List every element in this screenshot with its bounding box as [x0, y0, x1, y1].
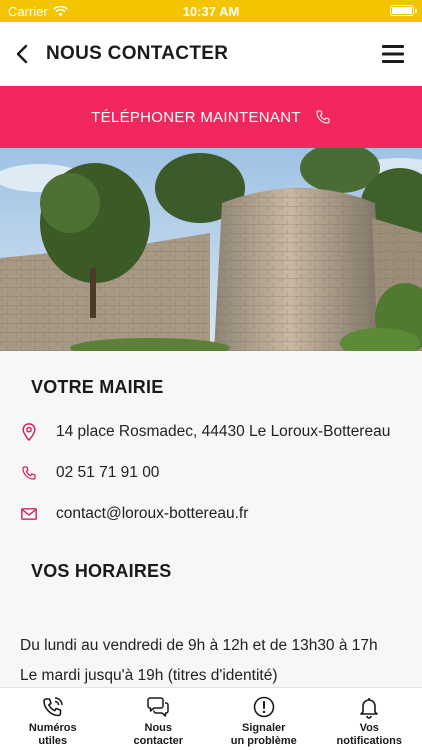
address-text: 14 place Rosmadec, 44430 Le Loroux-Botte… — [56, 423, 391, 440]
tab-label: Numéros utiles — [29, 722, 77, 748]
call-now-button[interactable]: TÉLÉPHONER MAINTENANT — [0, 86, 422, 148]
email-text: contact@loroux-bottereau.fr — [56, 505, 249, 522]
email-row[interactable]: contact@loroux-bottereau.fr — [20, 505, 248, 523]
tab-label-line2: utiles — [38, 735, 68, 747]
tab-nous-contacter[interactable]: Nous contacter — [106, 688, 212, 750]
call-now-label: TÉLÉPHONER MAINTENANT — [91, 108, 301, 126]
tab-label-line1: Numéros — [28, 722, 77, 734]
tab-label-line2: un problème — [230, 735, 297, 747]
tab-vos-notifications[interactable]: Vos notifications — [317, 688, 422, 750]
alert-circle-icon — [253, 696, 275, 718]
mail-icon — [20, 505, 38, 523]
hours-line-weekdays: Du lundi au vendredi de 9h à 12h et de 1… — [20, 637, 378, 654]
status-time: 10:37 AM — [182, 4, 240, 19]
location-pin-icon — [20, 423, 38, 441]
tab-label-line1: Nous — [144, 722, 173, 734]
hamburger-menu-icon[interactable] — [382, 44, 404, 64]
bottom-tab-bar: Numéros utiles Nous contacter Signaler u… — [0, 687, 422, 750]
tab-label-line1: Vos — [359, 722, 379, 734]
address-row[interactable]: 14 place Rosmadec, 44430 Le Loroux-Botte… — [20, 423, 390, 441]
page-title: NOUS CONTACTER — [46, 43, 229, 64]
phone-icon — [20, 464, 38, 482]
hours-line-tuesday: Le mardi jusqu'à 19h (titres d'identité) — [20, 667, 278, 684]
horaires-title: VOS HORAIRES — [31, 561, 172, 581]
nav-header: NOUS CONTACTER — [0, 22, 422, 86]
tab-label: Vos notifications — [337, 722, 402, 748]
phone-icon — [316, 110, 330, 124]
tab-label-line2: contacter — [133, 735, 184, 747]
hero-photo — [0, 148, 422, 351]
chat-bubbles-icon — [147, 697, 169, 717]
tab-label: Signaler un problème — [231, 722, 297, 748]
tab-signaler-probleme[interactable]: Signaler un problème — [211, 688, 317, 750]
battery-icon — [390, 5, 417, 16]
phone-text: 02 51 71 91 00 — [56, 464, 160, 481]
phone-ringing-icon — [42, 697, 63, 717]
chevron-left-icon[interactable] — [12, 42, 34, 66]
tab-label: Nous contacter — [133, 722, 183, 748]
bell-icon — [360, 698, 379, 719]
tab-numeros-utiles[interactable]: Numéros utiles — [0, 688, 106, 750]
phone-row[interactable]: 02 51 71 91 00 — [20, 464, 159, 482]
tab-label-line2: notifications — [336, 735, 402, 747]
contact-content: VOTRE MAIRIE 14 place Rosmadec, 44430 Le… — [0, 351, 422, 687]
castle-photo — [0, 148, 422, 351]
status-bar: Carrier 10:37 AM — [0, 0, 422, 22]
mairie-title: VOTRE MAIRIE — [31, 377, 164, 397]
tab-label-line1: Signaler — [242, 722, 286, 734]
